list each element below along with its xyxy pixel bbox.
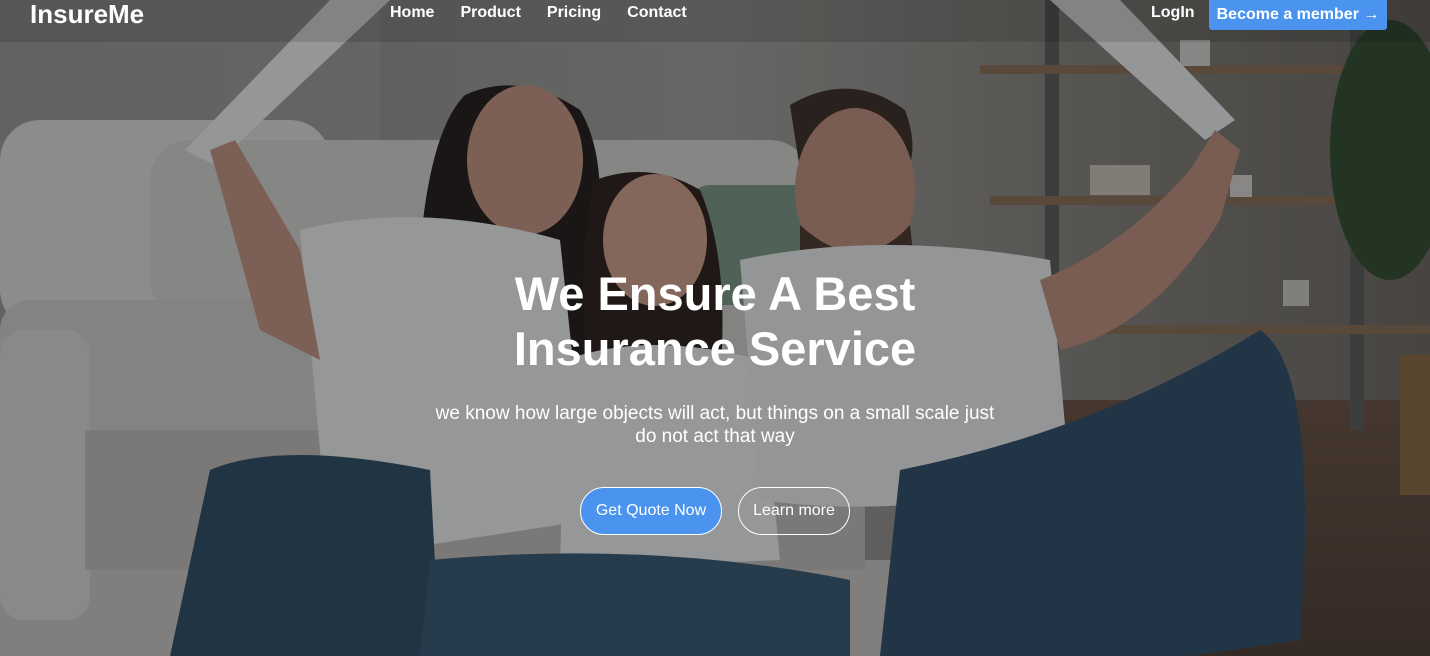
nav-link-contact[interactable]: Contact	[627, 4, 687, 22]
hero-actions: Get Quote Now Learn more	[0, 487, 1430, 535]
login-link[interactable]: LogIn	[1151, 4, 1195, 22]
hero-content: We Ensure A Best Insurance Service we kn…	[0, 266, 1430, 535]
primary-nav: Home Product Pricing Contact	[390, 4, 687, 22]
become-member-button[interactable]: Become a member →	[1209, 0, 1387, 30]
learn-more-button[interactable]: Learn more	[738, 487, 850, 535]
brand-logo[interactable]: InsureMe	[30, 0, 144, 28]
nav-link-home[interactable]: Home	[390, 4, 434, 22]
nav-link-product[interactable]: Product	[460, 4, 520, 22]
get-quote-button[interactable]: Get Quote Now	[580, 487, 722, 535]
hero-title: We Ensure A Best Insurance Service	[513, 267, 917, 375]
top-navbar: InsureMe Home Product Pricing Contact Lo…	[0, 0, 1430, 42]
hero-subtitle: we know how large objects will act, but …	[435, 403, 995, 447]
hero-section: InsureMe Home Product Pricing Contact Lo…	[0, 0, 1430, 656]
nav-link-pricing[interactable]: Pricing	[547, 4, 601, 22]
